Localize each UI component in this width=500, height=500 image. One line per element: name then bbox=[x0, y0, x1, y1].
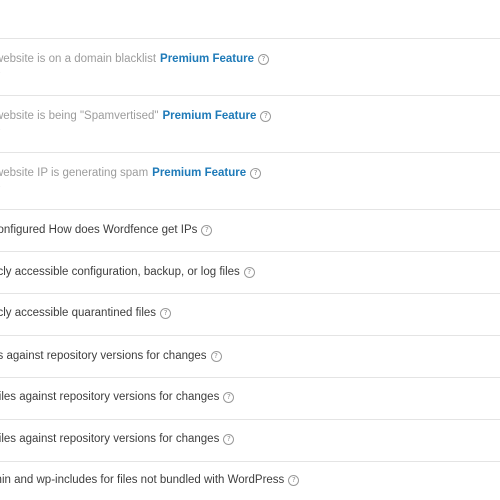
option-row-ip-spam[interactable]: s website IP is generating spam Premium F… bbox=[0, 153, 500, 210]
question-circle-icon[interactable]: ? bbox=[250, 168, 262, 179]
premium-feature-link[interactable]: Premium Feature bbox=[160, 53, 254, 65]
option-row-core-files[interactable]: iles against repository versions for cha… bbox=[0, 336, 500, 378]
premium-feature-link[interactable]: Premium Feature bbox=[152, 167, 246, 179]
option-label: blicly accessible configuration, backup,… bbox=[0, 266, 240, 278]
option-label: s website is being "Spamvertised" bbox=[0, 110, 159, 122]
scan-options-list: s website is on a domain blacklist Premiu… bbox=[0, 0, 500, 500]
question-circle-icon[interactable]: ? bbox=[260, 111, 272, 122]
option-label: sconfigured How does Wordfence get IPs bbox=[0, 224, 198, 236]
question-circle-icon[interactable]: ? bbox=[201, 225, 213, 236]
question-circle-icon[interactable]: ? bbox=[223, 392, 235, 403]
question-circle-icon[interactable]: ? bbox=[160, 308, 172, 319]
question-circle-icon[interactable]: ? bbox=[210, 351, 222, 362]
option-row-theme-files[interactable]: e files against repository versions for … bbox=[0, 378, 500, 420]
option-row-domain-blacklist[interactable]: s website is on a domain blacklist Premiu… bbox=[0, 39, 500, 96]
option-row-plugin-files[interactable]: n files against repository versions for … bbox=[0, 420, 500, 462]
option-row-public-quarantined[interactable]: blicly accessible quarantined files? bbox=[0, 294, 500, 336]
option-label: iles against repository versions for cha… bbox=[0, 350, 207, 362]
list-divider-top bbox=[0, 0, 500, 39]
option-label: dmin and wp-includes for files not bundl… bbox=[0, 474, 285, 486]
question-circle-icon[interactable]: ? bbox=[257, 54, 269, 65]
option-label: s website IP is generating spam bbox=[0, 167, 149, 179]
option-label: e files against repository versions for … bbox=[0, 391, 220, 403]
question-circle-icon[interactable]: ? bbox=[223, 434, 235, 445]
option-row-unknown-files[interactable]: dmin and wp-includes for files not bundl… bbox=[0, 462, 500, 500]
option-label: blicly accessible quarantined files bbox=[0, 307, 157, 319]
option-row-spamvertised[interactable]: s website is being "Spamvertised" Premium… bbox=[0, 96, 500, 153]
option-row-public-config-files[interactable]: blicly accessible configuration, backup,… bbox=[0, 252, 500, 294]
question-circle-icon[interactable]: ? bbox=[243, 267, 255, 278]
option-row-ip-misconfigured[interactable]: sconfigured How does Wordfence get IPs? bbox=[0, 210, 500, 252]
question-circle-icon[interactable]: ? bbox=[288, 475, 300, 486]
option-label: s website is on a domain blacklist bbox=[0, 53, 157, 65]
premium-feature-link[interactable]: Premium Feature bbox=[162, 110, 256, 122]
option-label: n files against repository versions for … bbox=[0, 433, 220, 445]
